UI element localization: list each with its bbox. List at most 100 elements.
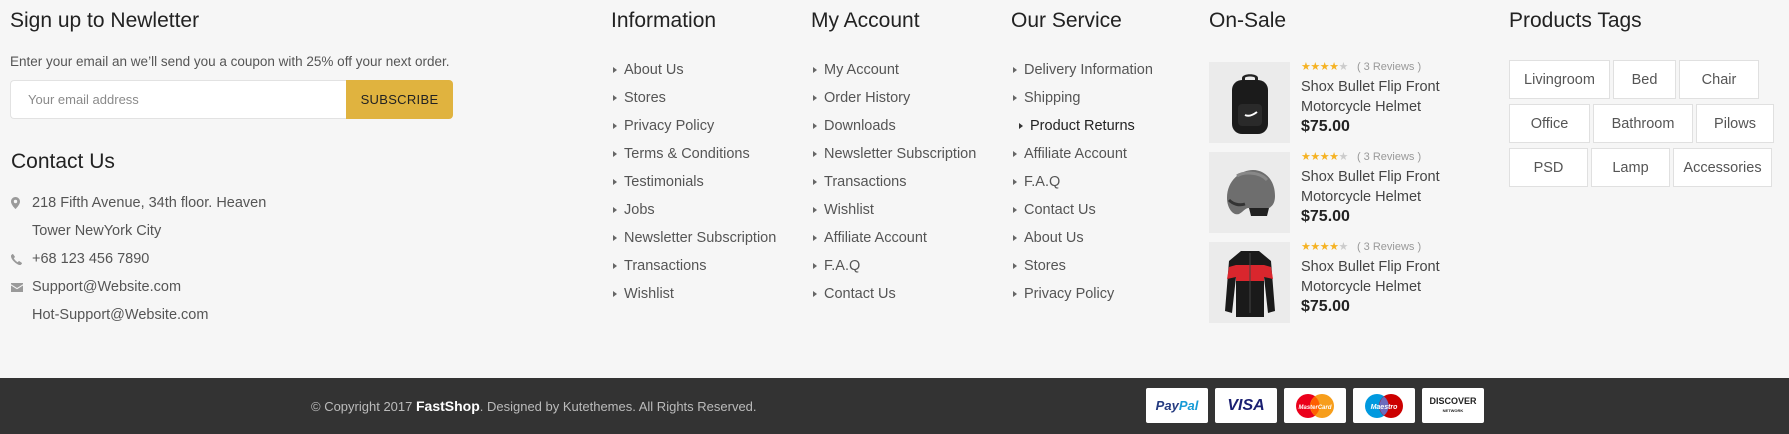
star-empty-icon: ★ <box>1338 61 1349 73</box>
product-price: $75.00 <box>1301 208 1350 225</box>
discover-logo: DISCOVER NETWORK <box>1422 388 1484 423</box>
star-icon: ★ <box>1319 241 1330 253</box>
star-icon: ★ <box>1301 241 1311 253</box>
paypal-logo: Pay Pal <box>1146 388 1208 423</box>
tag-bed[interactable]: Bed <box>1613 60 1676 99</box>
link-product-returns[interactable]: Product Returns <box>1011 116 1201 144</box>
payment-methods: Pay Pal VISA MasterCard Maestro DISCOVER … <box>1146 388 1484 423</box>
my-account-section: My Account My Account Order History Down… <box>811 8 1001 312</box>
link-about-us[interactable]: About Us <box>1011 228 1201 256</box>
link-faq[interactable]: F.A.Q <box>1011 172 1201 200</box>
tag-pilows[interactable]: Pilows <box>1696 104 1774 143</box>
link-privacy-policy[interactable]: Privacy Policy <box>1011 284 1201 312</box>
mastercard-logo: MasterCard <box>1284 388 1346 423</box>
link-terms-conditions[interactable]: Terms & Conditions <box>611 144 801 172</box>
product-name[interactable]: Shox Bullet Flip Front Motorcycle Helmet <box>1301 257 1461 297</box>
maestro-logo: Maestro <box>1353 388 1415 423</box>
our-service-links: Delivery Information Shipping Product Re… <box>1011 60 1201 312</box>
newsletter-form: SUBSCRIBE <box>10 80 453 119</box>
contact-title: Contact Us <box>11 150 115 173</box>
star-empty-icon: ★ <box>1338 151 1349 163</box>
brand-name[interactable]: FastShop <box>416 398 480 414</box>
product-item[interactable]: ★★★★★ ( 3 Reviews ) Shox Bullet Flip Fro… <box>1209 151 1449 242</box>
my-account-title: My Account <box>811 9 920 32</box>
support-email[interactable]: Support@Website.com <box>32 273 461 301</box>
link-newsletter-subscription[interactable]: Newsletter Subscription <box>811 144 1001 172</box>
link-wishlist[interactable]: Wishlist <box>611 284 801 312</box>
product-name[interactable]: Shox Bullet Flip Front Motorcycle Helmet <box>1301 77 1461 117</box>
link-stores[interactable]: Stores <box>611 88 801 116</box>
link-affiliate-account[interactable]: Affiliate Account <box>1011 144 1201 172</box>
tag-chair[interactable]: Chair <box>1679 60 1759 99</box>
newsletter-description: Enter your email an we’ll send you a cou… <box>10 54 450 69</box>
map-pin-icon <box>11 189 25 217</box>
link-my-account[interactable]: My Account <box>811 60 1001 88</box>
tag-office[interactable]: Office <box>1509 104 1590 143</box>
link-order-history[interactable]: Order History <box>811 88 1001 116</box>
product-rating: ★★★★★ ( 3 Reviews ) <box>1301 240 1461 254</box>
link-transactions[interactable]: Transactions <box>611 256 801 284</box>
link-stores[interactable]: Stores <box>1011 256 1201 284</box>
link-delivery-information[interactable]: Delivery Information <box>1011 60 1201 88</box>
star-empty-icon: ★ <box>1338 241 1349 253</box>
product-image-backpack[interactable] <box>1209 62 1290 143</box>
phone-number[interactable]: +68 123 456 7890 <box>32 245 461 273</box>
tag-psd[interactable]: PSD <box>1509 148 1588 187</box>
contact-section: Contact Us 218 Fifth Avenue, 34th floor.… <box>11 149 461 329</box>
hot-support-email[interactable]: Hot-Support@Website.com <box>32 301 461 329</box>
phone-icon <box>11 245 25 273</box>
link-wishlist[interactable]: Wishlist <box>811 200 1001 228</box>
link-contact-us[interactable]: Contact Us <box>811 284 1001 312</box>
product-item[interactable]: ★★★★★ ( 3 Reviews ) Shox Bullet Flip Fro… <box>1209 61 1449 152</box>
product-rating: ★★★★★ ( 3 Reviews ) <box>1301 60 1461 74</box>
information-section: Information About Us Stores Privacy Poli… <box>611 8 801 312</box>
product-price: $75.00 <box>1301 298 1350 315</box>
tag-accessories[interactable]: Accessories <box>1673 148 1772 187</box>
email-input[interactable] <box>10 80 346 119</box>
star-icon: ★ <box>1301 61 1311 73</box>
product-tags-title: Products Tags <box>1509 9 1642 32</box>
tag-bathroom[interactable]: Bathroom <box>1593 104 1693 143</box>
link-downloads[interactable]: Downloads <box>811 116 1001 144</box>
our-service-title: Our Service <box>1011 9 1122 32</box>
link-about-us[interactable]: About Us <box>611 60 801 88</box>
copyright-text: © Copyright 2017 FastShop. Designed by K… <box>311 398 757 414</box>
product-tags-section: Products Tags Livingroom Bed Chair Offic… <box>1509 8 1789 192</box>
copyright-suffix: . Designed by Kutethemes. All Rights Res… <box>479 399 757 414</box>
star-icon: ★ <box>1329 241 1339 253</box>
contact-address: 218 Fifth Avenue, 34th floor. Heaven Tow… <box>11 189 461 245</box>
star-icon: ★ <box>1329 151 1339 163</box>
star-icon: ★ <box>1319 61 1330 73</box>
product-price: $75.00 <box>1301 118 1350 135</box>
envelope-icon <box>11 273 25 301</box>
footer-bottom-bar: © Copyright 2017 FastShop. Designed by K… <box>0 378 1789 434</box>
svg-text:Maestro: Maestro <box>1371 404 1399 411</box>
review-count[interactable]: ( 3 Reviews ) <box>1357 151 1421 163</box>
footer-main: Sign up to Newletter Enter your email an… <box>0 0 1789 378</box>
review-count[interactable]: ( 3 Reviews ) <box>1357 61 1421 73</box>
copyright-prefix: © Copyright 2017 <box>311 399 413 414</box>
link-faq[interactable]: F.A.Q <box>811 256 1001 284</box>
link-testimonials[interactable]: Testimonials <box>611 172 801 200</box>
star-icon: ★ <box>1310 61 1320 73</box>
subscribe-button[interactable]: SUBSCRIBE <box>346 80 453 119</box>
link-privacy-policy[interactable]: Privacy Policy <box>611 116 801 144</box>
address-line-1: 218 Fifth Avenue, 34th floor. Heaven <box>32 195 267 211</box>
link-transactions[interactable]: Transactions <box>811 172 1001 200</box>
product-image-jacket[interactable] <box>1209 242 1290 323</box>
star-icon: ★ <box>1329 61 1339 73</box>
link-shipping[interactable]: Shipping <box>1011 88 1201 116</box>
link-newsletter-subscription[interactable]: Newsletter Subscription <box>611 228 801 256</box>
product-name[interactable]: Shox Bullet Flip Front Motorcycle Helmet <box>1301 167 1461 207</box>
link-contact-us[interactable]: Contact Us <box>1011 200 1201 228</box>
review-count[interactable]: ( 3 Reviews ) <box>1357 241 1421 253</box>
link-jobs[interactable]: Jobs <box>611 200 801 228</box>
tag-lamp[interactable]: Lamp <box>1591 148 1670 187</box>
tag-livingroom[interactable]: Livingroom <box>1509 60 1610 99</box>
star-icon: ★ <box>1301 151 1311 163</box>
product-image-helmet[interactable] <box>1209 152 1290 233</box>
link-affiliate-account[interactable]: Affiliate Account <box>811 228 1001 256</box>
svg-text:MasterCard: MasterCard <box>1298 405 1331 411</box>
product-item[interactable]: ★★★★★ ( 3 Reviews ) Shox Bullet Flip Fro… <box>1209 241 1449 332</box>
star-icon: ★ <box>1310 151 1320 163</box>
